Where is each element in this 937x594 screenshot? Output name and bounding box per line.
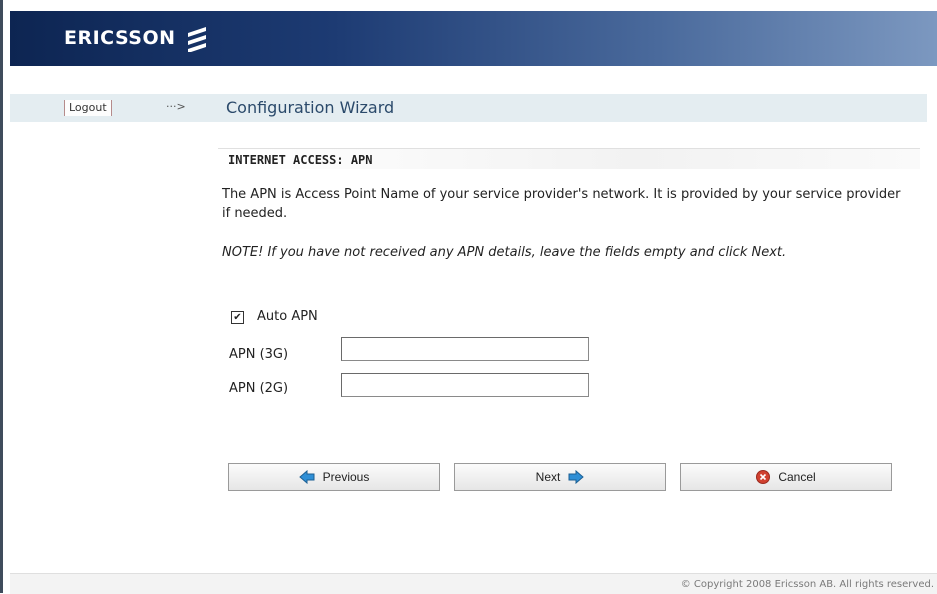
- logout-link[interactable]: Logout: [64, 100, 112, 116]
- apn-2g-input[interactable]: [341, 373, 589, 397]
- cancel-label: Cancel: [778, 470, 816, 484]
- apn-description: The APN is Access Point Name of your ser…: [222, 187, 901, 221]
- brand-logo-text: ERICSSON: [64, 27, 176, 49]
- auto-apn-label: Auto APN: [257, 309, 318, 324]
- copyright-text: © Copyright 2008 Ericsson AB. All rights…: [680, 579, 934, 590]
- section-title: INTERNET ACCESS: APN: [228, 153, 373, 167]
- apn-3g-input[interactable]: [341, 337, 589, 361]
- arrow-left-icon: [298, 470, 315, 484]
- next-label: Next: [535, 470, 561, 484]
- apn-3g-label: APN (3G): [229, 347, 289, 362]
- header-banner: ERICSSON: [10, 11, 937, 66]
- previous-button[interactable]: Previous: [228, 463, 440, 491]
- next-button[interactable]: Next: [454, 463, 666, 491]
- cancel-button[interactable]: Cancel: [680, 463, 892, 491]
- window-frame: [0, 0, 937, 593]
- arrow-right-icon: [568, 470, 585, 484]
- auto-apn-checkbox[interactable]: ✔: [231, 311, 244, 324]
- previous-label: Previous: [322, 470, 370, 484]
- apn-2g-label: APN (2G): [229, 381, 289, 396]
- nav-bar: Logout ···> Configuration Wizard: [10, 94, 927, 122]
- ericsson-logo-icon: [188, 27, 206, 52]
- cancel-icon: [756, 470, 771, 484]
- breadcrumb-arrow-icon: ···>: [166, 100, 186, 113]
- footer: © Copyright 2008 Ericsson AB. All rights…: [10, 573, 937, 594]
- apn-note: NOTE! If you have not received any APN d…: [222, 245, 787, 260]
- page-title: Configuration Wizard: [226, 98, 395, 117]
